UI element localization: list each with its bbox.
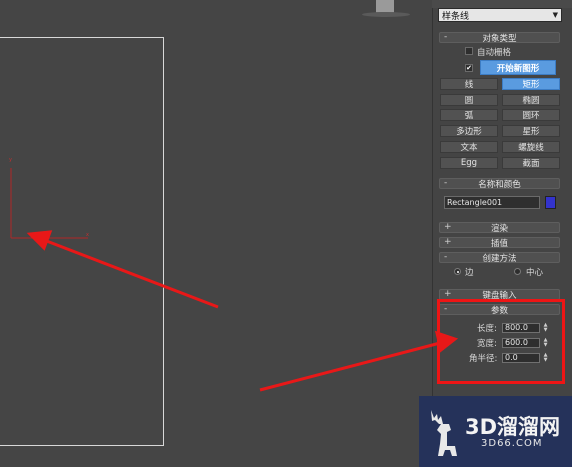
center-radio[interactable]: [514, 268, 521, 275]
shape-button-text[interactable]: 文本: [440, 141, 498, 153]
rollout-name-color[interactable]: - 名称和颜色: [439, 178, 560, 190]
shape-button-egg[interactable]: Egg: [440, 157, 498, 169]
watermark-subtitle: 3D66.COM: [481, 438, 543, 449]
category-dropdown-value: 样条线: [442, 11, 470, 22]
shape-button-rectangle[interactable]: 矩形: [502, 78, 560, 90]
expand-icon: +: [444, 222, 452, 232]
view-cube-base: [362, 12, 410, 17]
autogrid-checkbox[interactable]: [465, 47, 473, 55]
shape-button-line[interactable]: 线: [440, 78, 498, 90]
axis-gizmo: [10, 168, 88, 239]
shape-button-ellipse[interactable]: 椭圆: [502, 94, 560, 106]
shape-button-label: 文本: [460, 143, 478, 153]
watermark-title: 3D溜溜网: [465, 415, 561, 439]
shape-button-label: 截面: [522, 159, 540, 169]
shape-button-star[interactable]: 星形: [502, 125, 560, 137]
axis-y-label: y: [9, 157, 12, 163]
shape-button-label: 多边形: [456, 127, 482, 137]
object-color-swatch[interactable]: [545, 196, 556, 209]
collapse-icon: -: [444, 32, 448, 42]
shape-button-donut[interactable]: 圆环: [502, 109, 560, 121]
rollout-creation-method-label: 创建方法: [482, 253, 517, 264]
start-new-shape-button[interactable]: 开始新图形: [480, 60, 556, 75]
shape-button-label: Egg: [460, 158, 478, 168]
chevron-down-icon: ▼: [552, 11, 558, 19]
watermark-logo: 3D溜溜网 3D66.COM: [419, 396, 572, 467]
rollout-interpolation-label: 插值: [490, 238, 508, 249]
rollout-object-type-label: 对象类型: [482, 33, 517, 44]
shape-button-section[interactable]: 截面: [502, 157, 560, 169]
shape-button-label: 矩形: [522, 80, 540, 90]
rollout-creation-method[interactable]: - 创建方法: [439, 252, 560, 264]
rollout-name-color-label: 名称和颜色: [478, 179, 521, 190]
viewport[interactable]: y x: [0, 0, 432, 467]
shape-button-arc[interactable]: 弧: [440, 109, 498, 121]
checkmark-icon: ✔: [466, 64, 472, 72]
shape-button-label: 椭圆: [522, 96, 540, 106]
edge-radio[interactable]: [454, 268, 461, 275]
center-radio-label: 中心: [526, 268, 544, 278]
shape-button-circle[interactable]: 圆: [440, 94, 498, 106]
edge-radio-label: 边: [465, 268, 474, 278]
collapse-icon: -: [444, 252, 448, 262]
axis-x-label: x: [86, 232, 89, 238]
deer-icon: [431, 410, 457, 456]
shape-button-label: 圆环: [522, 111, 540, 121]
shape-button-label: 弧: [464, 111, 474, 121]
shape-button-label: 螺旋线: [518, 143, 544, 153]
start-new-shape-label: 开始新图形: [496, 63, 540, 74]
rollout-rendering[interactable]: + 渲染: [439, 222, 560, 234]
expand-icon: +: [444, 289, 452, 299]
shape-button-helix[interactable]: 螺旋线: [502, 141, 560, 153]
panel-top-bar: [432, 0, 572, 8]
collapse-icon: -: [444, 178, 448, 188]
shape-button-label: 线: [464, 80, 474, 90]
expand-icon: +: [444, 237, 452, 247]
rollout-interpolation[interactable]: + 插值: [439, 237, 560, 249]
view-cube[interactable]: [362, 0, 414, 18]
shape-button-label: 星形: [522, 127, 540, 137]
rollout-object-type[interactable]: - 对象类型: [439, 32, 560, 44]
parameters-highlight-box: [437, 299, 565, 384]
shape-button-ngon[interactable]: 多边形: [440, 125, 498, 137]
start-new-shape-checkbox[interactable]: ✔: [465, 64, 473, 72]
shape-button-label: 圆: [464, 96, 474, 106]
rollout-rendering-label: 渲染: [490, 223, 508, 234]
category-dropdown[interactable]: 样条线 ▼: [438, 8, 562, 22]
autogrid-label: 自动栅格: [477, 48, 512, 58]
object-name-field[interactable]: Rectangle001: [444, 196, 540, 209]
